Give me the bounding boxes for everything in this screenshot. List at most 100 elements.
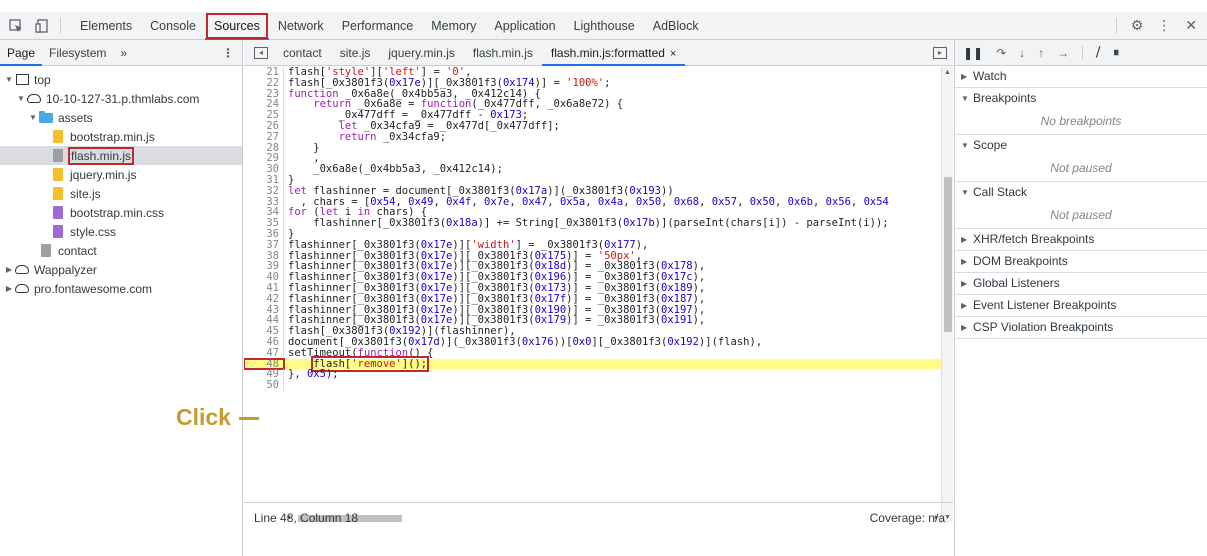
tree-item-label: Wappalyzer xyxy=(34,262,97,277)
panel-tabs: Elements Console Sources Network Performance… xyxy=(71,12,708,40)
toggle-navigator-icon[interactable]: ◂ xyxy=(254,46,268,59)
code-area[interactable]: 21 flash['style']['left'] = '0', 22 flash[_… xyxy=(244,67,941,523)
code-line: 42 flashinner[_0x3801f3(0x17e)][_0x3801f3… xyxy=(244,293,941,305)
inspect-element-icon[interactable] xyxy=(6,16,26,36)
tree-item-label: site.js xyxy=(70,186,101,201)
editor-tabs: ◂ contact site.js jquery.min.js flash.min.j… xyxy=(244,40,953,66)
tab-console[interactable]: Console xyxy=(141,12,205,40)
pause-on-exceptions-icon[interactable]: ⏸ xyxy=(1113,45,1119,60)
tab-page[interactable]: Page xyxy=(0,40,43,66)
editor-status-bar: Line 48, Column 18 Coverage: n/a xyxy=(244,502,953,532)
section-placeholder: Not paused xyxy=(1050,161,1112,175)
tree-item[interactable]: contact xyxy=(0,241,242,260)
click-annotation-pointer xyxy=(239,417,259,420)
tree-item[interactable]: site.js xyxy=(0,184,242,203)
more-tabs-button[interactable]: » xyxy=(113,40,134,66)
section-header[interactable]: ▶ XHR/fetch Breakpoints xyxy=(955,229,1207,250)
tree-item[interactable]: ▼ top xyxy=(0,70,242,89)
toggle-debugger-icon[interactable]: ▸ xyxy=(933,46,947,59)
toolbar-right: ⚙ ⋮ ✕ xyxy=(1115,17,1207,34)
tab-lighthouse[interactable]: Lighthouse xyxy=(565,12,644,40)
source-editor: ◂ contact site.js jquery.min.js flash.min.j… xyxy=(244,40,953,556)
file-navigator: Page Filesystem » ⋮ ▼ top ▼ 10-10-127-31.p.… xyxy=(0,40,243,556)
device-toolbar-icon[interactable] xyxy=(32,16,52,36)
expand-arrow-icon[interactable]: ▶ xyxy=(4,265,14,274)
section-header[interactable]: ▶ DOM Breakpoints xyxy=(955,251,1207,272)
step-icon[interactable]: → xyxy=(1057,46,1069,60)
file-tab[interactable]: jquery.min.js xyxy=(379,40,463,66)
navigator-menu-icon[interactable]: ⋮ xyxy=(222,46,234,60)
file-tab[interactable]: contact xyxy=(274,40,331,66)
coverage-status[interactable]: Coverage: n/a xyxy=(870,511,945,525)
section-header[interactable]: ▶ Watch xyxy=(955,66,1207,87)
toolbar-divider xyxy=(1082,45,1084,60)
file-tab[interactable]: flash.min.js xyxy=(464,40,542,66)
tree-item-label: top xyxy=(34,72,51,87)
vertical-scrollbar[interactable]: ▲ ▼ xyxy=(941,67,953,523)
tree-item[interactable]: jquery.min.js xyxy=(0,165,242,184)
document-file-icon xyxy=(38,244,54,258)
tab-elements[interactable]: Elements xyxy=(71,12,141,40)
tab-adblock[interactable]: AdBlock xyxy=(644,12,708,40)
tree-item[interactable]: flash.min.js xyxy=(0,146,242,165)
code-line: 30 _0x6a8e(_0x4bb5a3, _0x412c14); xyxy=(244,164,941,175)
scroll-up-icon[interactable]: ▲ xyxy=(944,69,951,76)
expand-arrow-icon: ▶ xyxy=(961,279,968,288)
cloud-icon xyxy=(26,92,42,106)
section-header[interactable]: ▼ Breakpoints xyxy=(955,88,1207,109)
step-into-icon[interactable]: ↓ xyxy=(1019,46,1025,60)
expand-arrow-icon[interactable]: ▼ xyxy=(4,75,14,84)
tree-item[interactable]: ▶ pro.fontawesome.com xyxy=(0,279,242,298)
tree-item[interactable]: ▼ assets xyxy=(0,108,242,127)
section-header[interactable]: ▶ Global Listeners xyxy=(955,273,1207,294)
debugger-sidebar: ❚❚ ↷ ↓ ↑ → ⧸ ⏸ ▶ Watch ▼ Breakpoints No brea… xyxy=(954,40,1207,556)
tab-sources[interactable]: Sources xyxy=(204,12,269,40)
section-title: Breakpoints xyxy=(973,91,1037,105)
expand-arrow-icon: ▶ xyxy=(961,323,968,332)
file-tab[interactable]: flash.min.js:formatted × xyxy=(541,40,686,66)
tab-memory[interactable]: Memory xyxy=(422,12,485,40)
cloud-icon xyxy=(14,282,30,296)
section-header[interactable]: ▶ CSP Violation Breakpoints xyxy=(955,317,1207,338)
expand-arrow-icon[interactable]: ▶ xyxy=(4,284,14,293)
tree-item[interactable]: bootstrap.min.css xyxy=(0,203,242,222)
step-out-icon[interactable]: ↑ xyxy=(1038,46,1044,60)
tab-application[interactable]: Application xyxy=(485,12,564,40)
tree-item-label: flash.min.js xyxy=(67,146,135,165)
line-number-gutter[interactable]: 32 xyxy=(244,185,284,197)
tree-item[interactable]: ▼ 10-10-127-31.p.thmlabs.com xyxy=(0,89,242,108)
section-title: Event Listener Breakpoints xyxy=(973,298,1117,312)
section-header[interactable]: ▼ Scope xyxy=(955,135,1207,156)
code-line: 37 flashinner[_0x3801f3(0x17e)]['width'] … xyxy=(244,239,941,251)
more-options-icon[interactable]: ⋮ xyxy=(1157,17,1171,34)
pause-icon[interactable]: ❚❚ xyxy=(963,46,983,60)
code-line: 50 xyxy=(244,380,941,391)
line-number-gutter[interactable]: 47 xyxy=(244,347,284,359)
tab-network[interactable]: Network xyxy=(269,12,333,40)
tree-item[interactable]: ▶ Wappalyzer xyxy=(0,260,242,279)
line-number-gutter[interactable]: 27 xyxy=(244,131,284,143)
line-number-gutter[interactable]: 22 xyxy=(244,77,284,89)
expand-arrow-icon[interactable]: ▼ xyxy=(16,94,26,103)
document-file-icon xyxy=(50,149,66,163)
code-text: flashinner[_0x3801f3(0x18a)] += String[_… xyxy=(288,217,889,230)
line-number-gutter[interactable]: 50 xyxy=(244,380,284,391)
code-line: 48 flash['remove'](); xyxy=(244,355,941,372)
line-number-gutter[interactable]: 42 xyxy=(244,293,284,305)
step-over-icon[interactable]: ↷ xyxy=(996,46,1006,60)
tab-filesystem[interactable]: Filesystem xyxy=(42,40,113,66)
tree-item[interactable]: bootstrap.min.js xyxy=(0,127,242,146)
tab-performance[interactable]: Performance xyxy=(333,12,423,40)
debugger-section: ▶ Global Listeners xyxy=(955,273,1207,295)
scrollbar-thumb[interactable] xyxy=(944,177,952,332)
file-tab[interactable]: site.js xyxy=(331,40,380,66)
section-header[interactable]: ▶ Event Listener Breakpoints xyxy=(955,295,1207,316)
section-header[interactable]: ▼ Call Stack xyxy=(955,182,1207,203)
close-devtools-icon[interactable]: ✕ xyxy=(1185,17,1197,34)
tree-item[interactable]: style.css xyxy=(0,222,242,241)
settings-gear-icon[interactable]: ⚙ xyxy=(1131,17,1144,34)
line-number-gutter[interactable]: 37 xyxy=(244,239,284,251)
close-tab-icon[interactable]: × xyxy=(670,48,676,60)
expand-arrow-icon[interactable]: ▼ xyxy=(28,113,38,122)
deactivate-breakpoints-icon[interactable]: ⧸ xyxy=(1096,45,1100,60)
